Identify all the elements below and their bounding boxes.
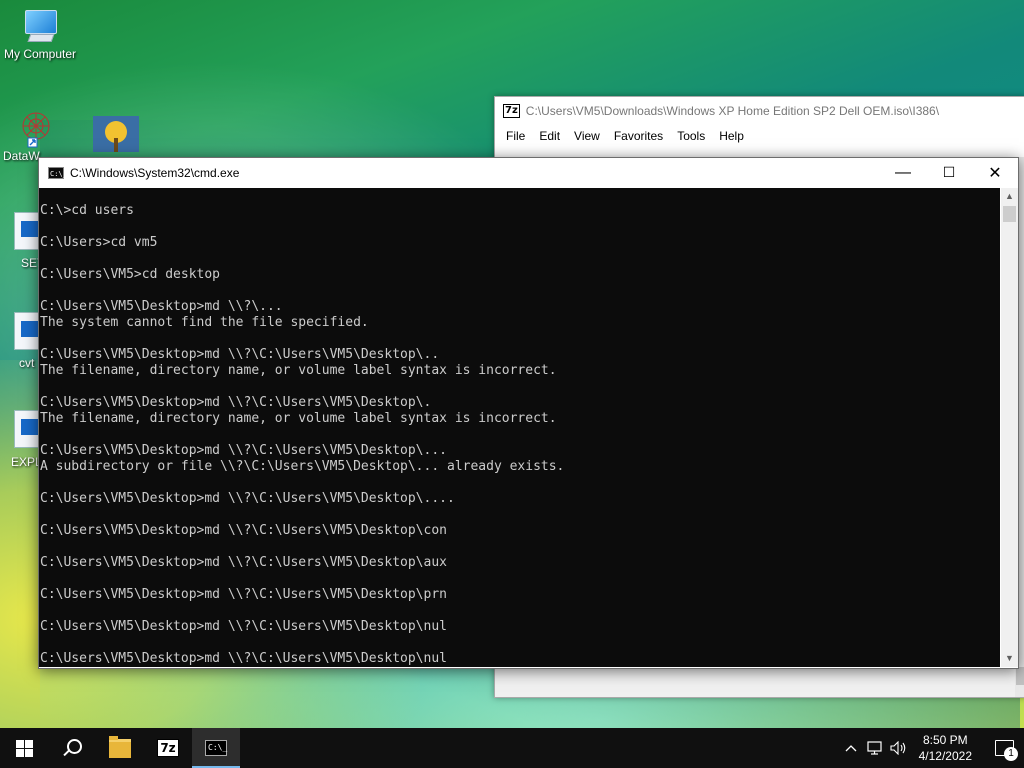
console-line: C:\Users\VM5\Desktop>md \\?\C:\Users\VM5… <box>40 555 447 570</box>
console-line: C:\>cd users <box>40 203 134 218</box>
search-icon <box>66 738 82 754</box>
desktop-icon-label: cvt <box>19 356 35 370</box>
taskbar-file-explorer[interactable] <box>96 728 144 768</box>
network-icon[interactable] <box>863 728 887 768</box>
menu-bar: File Edit View Favorites Tools Help <box>495 125 1024 147</box>
menu-edit[interactable]: Edit <box>532 129 567 143</box>
scroll-up-arrow-icon[interactable]: ▲ <box>1001 188 1018 205</box>
window-titlebar[interactable]: C:\_ C:\Windows\System32\cmd.exe — ☐ ✕ <box>39 158 1018 187</box>
console-line: C:\Users\VM5\Desktop>md \\?\... <box>40 299 283 314</box>
console-line: C:\Users>cd vm5 <box>40 235 158 250</box>
scroll-down-arrow-icon[interactable]: ▼ <box>1001 650 1018 667</box>
menu-file[interactable]: File <box>499 129 532 143</box>
console-line: C:\Users\VM5\Desktop>md \\?\C:\Users\VM5… <box>40 491 455 506</box>
console-line: C:\Users\VM5\Desktop>md \\?\C:\Users\VM5… <box>40 395 432 410</box>
command-prompt-window[interactable]: C:\_ C:\Windows\System32\cmd.exe — ☐ ✕ C… <box>38 157 1019 669</box>
action-center-button[interactable]: 1 <box>984 728 1024 768</box>
7z-icon: 7z <box>157 739 179 757</box>
console-line: The filename, directory name, or volume … <box>40 363 557 378</box>
desktop-icon-my-computer[interactable]: My Computer <box>0 10 80 61</box>
window-titlebar[interactable]: 7z C:\Users\VM5\Downloads\Windows XP Hom… <box>495 97 1024 125</box>
terminal-icon: C:\_ <box>205 740 227 756</box>
window-title: C:\Users\VM5\Downloads\Windows XP Home E… <box>525 104 940 118</box>
console-line: The filename, directory name, or volume … <box>40 411 557 426</box>
scrollbar-thumb[interactable] <box>1003 206 1016 222</box>
menu-tools[interactable]: Tools <box>670 129 712 143</box>
scrollbar-thumb[interactable] <box>1016 667 1024 685</box>
console-line: C:\Users\VM5\Desktop>md \\?\C:\Users\VM5… <box>40 619 447 634</box>
console-line: C:\Users\VM5\Desktop>md \\?\C:\Users\VM5… <box>40 443 447 458</box>
menu-view[interactable]: View <box>567 129 607 143</box>
desktop-icon-dataw[interactable]: DataW <box>0 108 70 163</box>
console-line: C:\Users\VM5>cd desktop <box>40 267 221 282</box>
windows-logo-icon <box>15 739 33 757</box>
close-button[interactable]: ✕ <box>972 158 1018 187</box>
folder-icon <box>109 735 131 758</box>
clock[interactable]: 8:50 PM 4/12/2022 <box>911 732 984 764</box>
taskbar-7zip[interactable]: 7z <box>144 728 192 768</box>
start-button[interactable] <box>0 728 48 768</box>
console-text: C:\>cd users C:\Users>cd vm5 C:\Users\VM5>… <box>39 188 1000 667</box>
clock-date: 4/12/2022 <box>918 749 972 763</box>
console-output[interactable]: C:\>cd users C:\Users>cd vm5 C:\Users\VM5>… <box>39 188 1000 667</box>
notification-count-badge: 1 <box>1004 747 1018 761</box>
tree-picture-icon <box>93 116 139 152</box>
minimize-button[interactable]: — <box>880 158 926 187</box>
cmd-app-icon: C:\_ <box>48 166 67 179</box>
console-line: C:\Users\VM5\Desktop>md \\?\C:\Users\VM5… <box>40 651 447 666</box>
system-tray: 8:50 PM 4/12/2022 1 <box>839 728 1024 768</box>
console-line: C:\Users\VM5\Desktop>md \\?\C:\Users\VM5… <box>40 587 447 602</box>
console-line: The system cannot find the file specifie… <box>40 315 369 330</box>
desktop-icon-image[interactable] <box>92 116 140 155</box>
console-line: C:\Users\VM5\Desktop>md \\?\C:\Users\VM5… <box>40 523 447 538</box>
desktop-icon-label: My Computer <box>3 47 77 61</box>
window-title: C:\Windows\System32\cmd.exe <box>70 165 240 180</box>
maximize-button[interactable]: ☐ <box>926 158 972 187</box>
volume-icon[interactable] <box>887 728 911 768</box>
taskbar-command-prompt[interactable]: C:\_ <box>192 728 240 768</box>
search-button[interactable] <box>48 728 96 768</box>
taskbar: 7z C:\_ 8:50 PM 4/12/2022 1 <box>0 728 1024 768</box>
7zip-app-icon: 7z <box>503 104 520 118</box>
menu-favorites[interactable]: Favorites <box>607 129 670 143</box>
computer-icon <box>21 10 59 44</box>
clock-time: 8:50 PM <box>922 733 968 747</box>
network-graph-icon <box>22 112 50 148</box>
vertical-scrollbar[interactable]: ▲ ▼ <box>1001 188 1018 667</box>
menu-help[interactable]: Help <box>712 129 751 143</box>
chevron-up-icon[interactable] <box>839 728 863 768</box>
console-line: A subdirectory or file \\?\C:\Users\VM5\… <box>40 459 565 474</box>
console-line: C:\Users\VM5\Desktop>md \\?\C:\Users\VM5… <box>40 347 440 362</box>
